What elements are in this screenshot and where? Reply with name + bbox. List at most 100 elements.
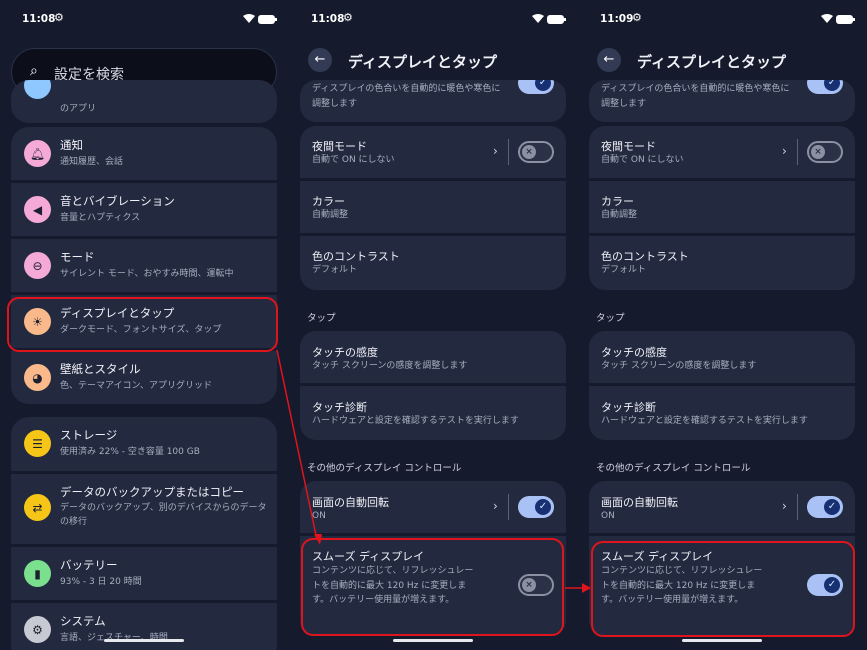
settings-item-notifications[interactable]: 🔔︎ 通知 通知履歴、会話 — [11, 127, 277, 180]
night-light-toggle[interactable]: ✓ — [807, 80, 843, 94]
page-title: ディスプレイとタップ — [348, 53, 497, 71]
contrast-title: 色のコントラスト — [601, 250, 689, 263]
partial-subtitle: のアプリ — [60, 104, 97, 114]
page-title: ディスプレイとタップ — [637, 53, 786, 71]
auto-rotate-toggle[interactable]: ✓ — [807, 496, 843, 518]
night-mode-subtitle: 自動で ON にしない — [312, 155, 395, 165]
app-bar: ← ディスプレイとタップ — [289, 45, 578, 75]
touch-diagnosis-row[interactable]: タッチ診断 ハードウェアと設定を確認するテストを実行します — [300, 386, 566, 440]
settings-status-icon: ⚙ — [54, 11, 64, 24]
settings-item-storage[interactable]: ☰ ストレージ 使用済み 22% - 空き容量 100 GB — [11, 417, 277, 471]
palette-icon: ◕ — [24, 364, 51, 391]
divider — [797, 494, 798, 520]
status-time: 11:09 — [600, 13, 634, 25]
contrast-row[interactable]: 色のコントラスト デフォルト — [589, 236, 855, 290]
tap-card: タッチの感度 タッチ スクリーンの感度を調整します タッチ診断 ハードウェアと設… — [589, 331, 855, 440]
night-light-row[interactable]: ディスプレイの色合いを自動的に暖色や寒色に調整します ✓ — [300, 80, 566, 122]
display-card-1: ディスプレイの色合いを自動的に暖色や寒色に調整します ✓ — [300, 80, 566, 122]
touch-sensitivity-subtitle: タッチ スクリーンの感度を調整します — [312, 361, 468, 371]
check-icon: ✓ — [535, 80, 551, 91]
touch-sensitivity-title: タッチの感度 — [312, 346, 378, 359]
highlight-smooth-display-before — [301, 538, 564, 636]
color-subtitle: 自動調整 — [601, 210, 638, 220]
status-bar: 11:09 ⚙ — [600, 10, 855, 30]
section-header-tap: タップ — [596, 313, 625, 324]
item-title: モード — [60, 250, 95, 264]
night-mode-row[interactable]: 夜間モード 自動で ON にしない › × — [589, 126, 855, 178]
highlight-smooth-display-after — [591, 541, 855, 637]
volume-icon: ◀ — [24, 196, 51, 223]
settings-item-sound[interactable]: ◀ 音とバイブレーション 音量とハプティクス — [11, 183, 277, 236]
status-bar: 11:08 ⚙ — [311, 10, 566, 30]
auto-rotate-title: 画面の自動回転 — [312, 496, 389, 509]
item-subtitle: データのバックアップ、別のデバイスからのデータの移行 — [60, 503, 267, 527]
contrast-subtitle: デフォルト — [601, 265, 647, 275]
tap-card: タッチの感度 タッチ スクリーンの感度を調整します タッチ診断 ハードウェアと設… — [300, 331, 566, 440]
color-row[interactable]: カラー 自動調整 — [589, 181, 855, 233]
x-icon: × — [522, 145, 536, 159]
section-header-other: その他のディスプレイ コントロール — [596, 463, 751, 474]
item-title: 壁紙とスタイル — [60, 362, 141, 376]
section-header-tap: タップ — [307, 313, 336, 324]
touch-diagnosis-row[interactable]: タッチ診断 ハードウェアと設定を確認するテストを実行します — [589, 386, 855, 440]
gesture-bar[interactable] — [393, 639, 473, 642]
chevron-right-icon: › — [493, 499, 498, 513]
night-mode-toggle[interactable]: × — [807, 141, 843, 163]
partial-row[interactable]: のアプリ — [11, 80, 277, 123]
auto-rotate-title: 画面の自動回転 — [601, 496, 678, 509]
night-mode-toggle[interactable]: × — [518, 141, 554, 163]
chevron-right-icon: › — [782, 499, 787, 513]
item-title: バッテリー — [60, 558, 118, 572]
auto-rotate-row[interactable]: 画面の自動回転 ON › ✓ — [589, 481, 855, 533]
settings-item-battery[interactable]: ▮ バッテリー 93% - 3 日 20 時間 — [11, 547, 277, 600]
item-subtitle: 通知履歴、会話 — [60, 157, 124, 167]
settings-status-icon: ⚙ — [343, 11, 353, 24]
display-card-2: 夜間モード 自動で ON にしない › × カラー 自動調整 色のコントラスト … — [300, 126, 566, 290]
back-arrow-icon[interactable]: ← — [597, 48, 621, 72]
contrast-row[interactable]: 色のコントラスト デフォルト — [300, 236, 566, 290]
contrast-subtitle: デフォルト — [312, 265, 358, 275]
item-title: データのバックアップまたはコピー — [60, 485, 244, 499]
divider — [508, 139, 509, 165]
item-title: 通知 — [60, 138, 83, 152]
battery-status-icon — [547, 15, 566, 24]
divider — [797, 139, 798, 165]
wifi-icon — [243, 14, 255, 23]
transfer-icon: ⇄ — [24, 494, 51, 521]
night-mode-row[interactable]: 夜間モード 自動で ON にしない › × — [300, 126, 566, 178]
x-icon: × — [811, 145, 825, 159]
status-time: 11:08 — [311, 13, 345, 25]
night-light-toggle[interactable]: ✓ — [518, 80, 554, 94]
app-bar: ← ディスプレイとタップ — [578, 45, 867, 75]
gesture-bar[interactable] — [682, 639, 762, 642]
item-title: ストレージ — [60, 428, 118, 442]
status-bar: 11:08 ⚙ — [22, 10, 277, 30]
settings-item-mode[interactable]: ⊖ モード サイレント モード、おやすみ時間、運転中 — [11, 239, 277, 292]
touch-diagnosis-title: タッチ診断 — [601, 401, 656, 414]
night-light-row[interactable]: ディスプレイの色合いを自動的に暖色や寒色に調整します ✓ — [589, 80, 855, 122]
battery-status-icon — [258, 15, 277, 24]
check-icon: ✓ — [824, 80, 840, 91]
settings-item-backup[interactable]: ⇄ データのバックアップまたはコピー データのバックアップ、別のデバイスからのデ… — [11, 474, 277, 544]
auto-rotate-row[interactable]: 画面の自動回転 ON › ✓ — [300, 481, 566, 533]
chevron-right-icon: › — [782, 144, 787, 158]
touch-diagnosis-subtitle: ハードウェアと設定を確認するテストを実行します — [601, 416, 808, 426]
item-title: システム — [60, 614, 106, 628]
battery-icon: ▮ — [24, 560, 51, 587]
wifi-icon — [532, 14, 544, 23]
night-mode-title: 夜間モード — [312, 140, 367, 153]
touch-sensitivity-row[interactable]: タッチの感度 タッチ スクリーンの感度を調整します — [589, 331, 855, 383]
settings-group-1: のアプリ — [11, 80, 277, 123]
touch-sensitivity-row[interactable]: タッチの感度 タッチ スクリーンの感度を調整します — [300, 331, 566, 383]
auto-rotate-toggle[interactable]: ✓ — [518, 496, 554, 518]
color-subtitle: 自動調整 — [312, 210, 349, 220]
gesture-bar[interactable] — [104, 639, 184, 642]
auto-rotate-subtitle: ON — [601, 511, 615, 521]
item-subtitle: 93% - 3 日 20 時間 — [60, 577, 142, 587]
color-title: カラー — [312, 195, 345, 208]
settings-item-system[interactable]: ⚙ システム 言語、ジェスチャー、時間 — [11, 603, 277, 650]
back-arrow-icon[interactable]: ← — [308, 48, 332, 72]
color-row[interactable]: カラー 自動調整 — [300, 181, 566, 233]
settings-item-wallpaper[interactable]: ◕ 壁紙とスタイル 色、テーマアイコン、アプリグリッド — [11, 351, 277, 404]
auto-rotate-subtitle: ON — [312, 511, 326, 521]
